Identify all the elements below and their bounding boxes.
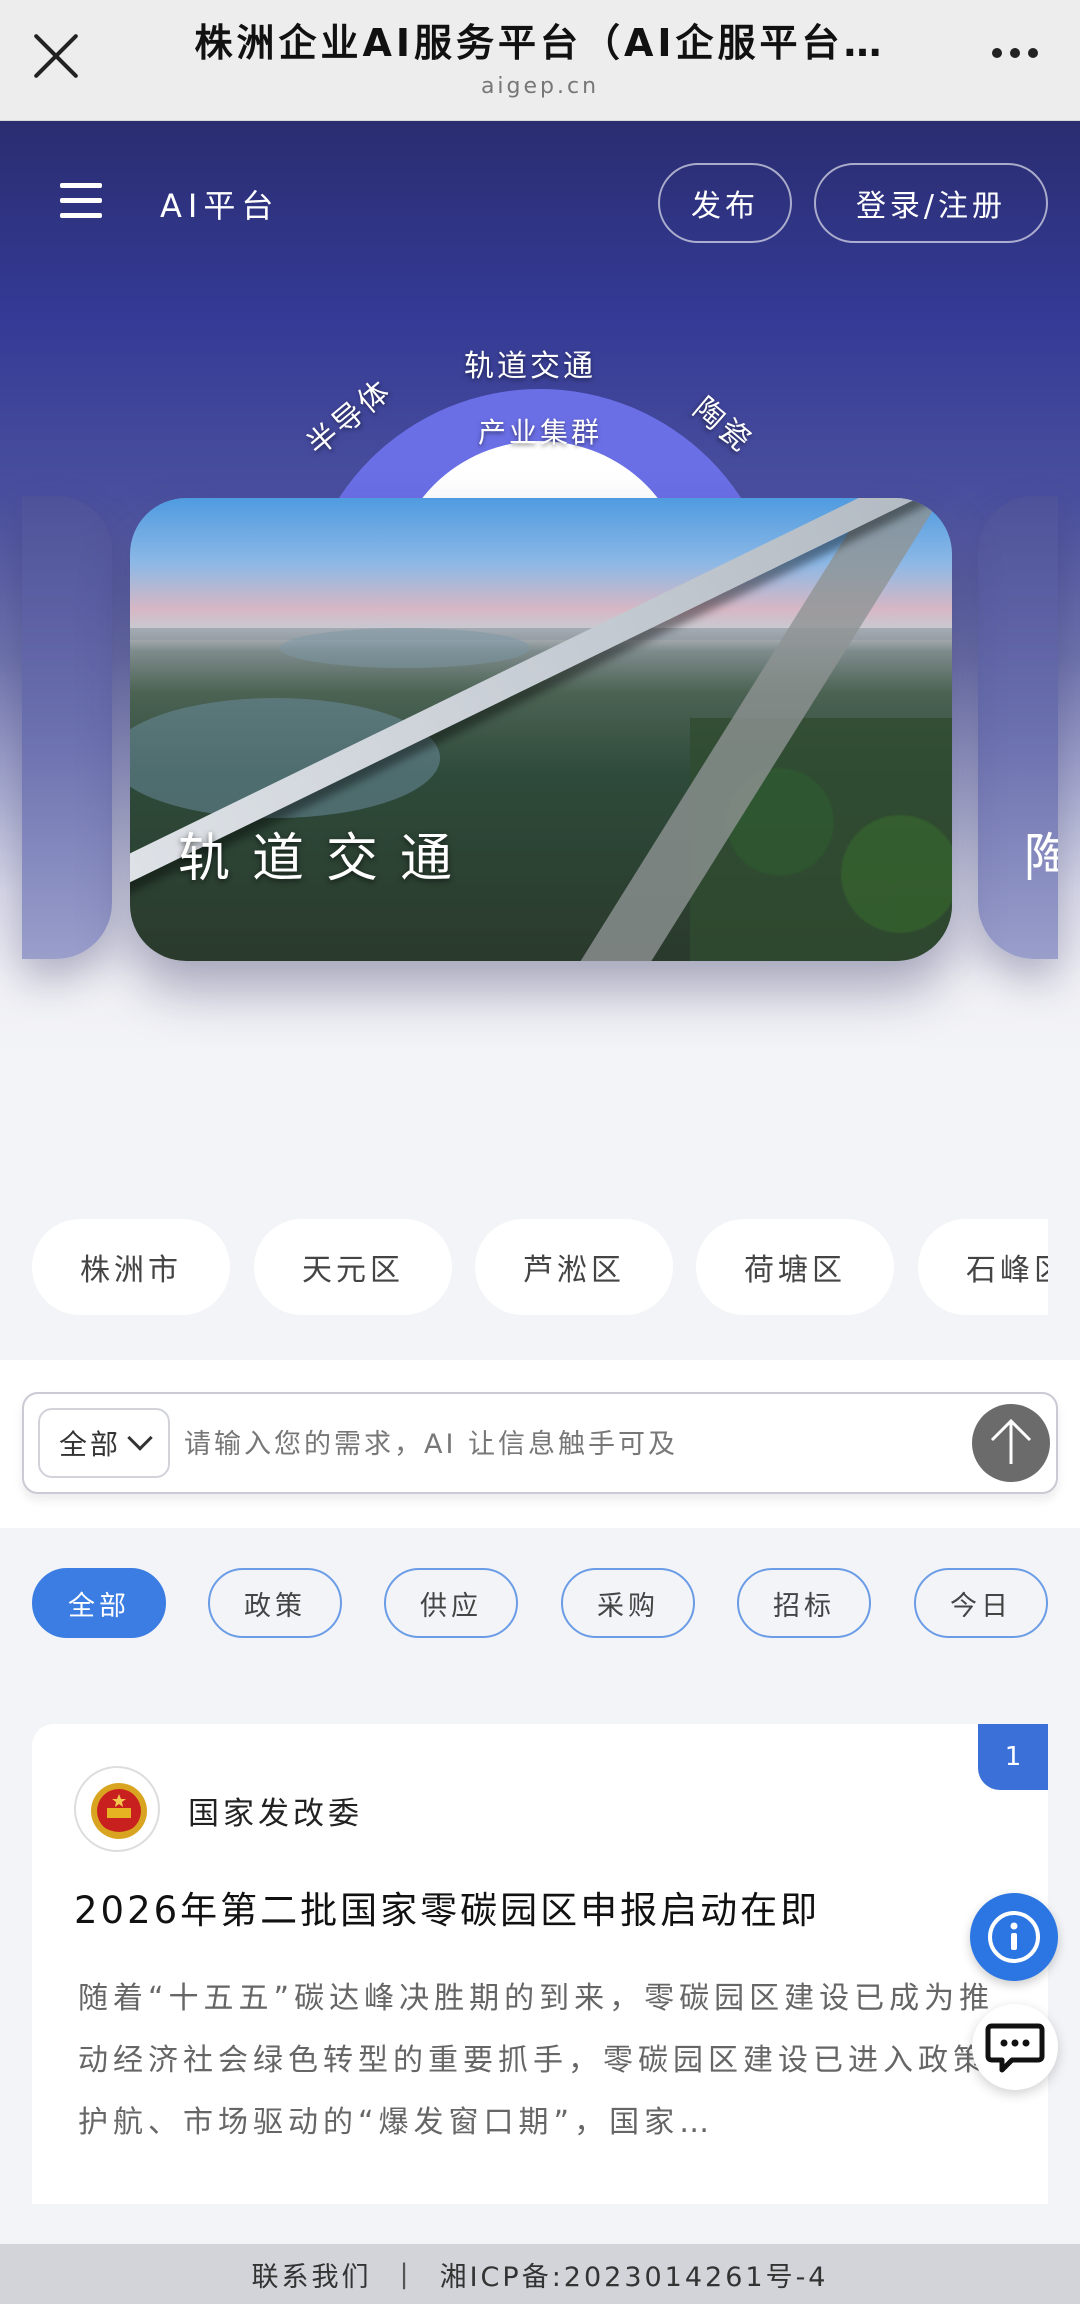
title-bar: 株洲企业AI服务平台（AI企服平台… aigep.cn <box>0 0 1080 121</box>
more-icon[interactable] <box>992 48 1038 58</box>
category-tab-today[interactable]: 今日 <box>914 1568 1048 1638</box>
news-headline[interactable]: 2026年第二批国家零碳园区申报启动在即 <box>74 1880 820 1934</box>
card-caption: 轨道交通 <box>178 829 475 889</box>
news-source: 国家发改委 <box>188 1796 363 1832</box>
contact-us-link[interactable]: 联系我们 <box>251 2255 371 2294</box>
brand-name: AI平台 <box>160 187 280 225</box>
district-tab[interactable]: 株洲市 <box>32 1219 230 1315</box>
lake-shape <box>280 628 530 668</box>
hero-section: AI平台 发布 登录/注册 轨道交通 产业集群 半导体 陶瓷 陶 轨道交通 <box>0 121 1080 1191</box>
search-box: 全部 <box>22 1392 1058 1494</box>
category-tab-all[interactable]: 全部 <box>32 1568 166 1638</box>
arc-label-current[interactable]: 轨道交通 <box>464 341 596 385</box>
district-tab[interactable]: 石峰区 <box>918 1219 1048 1315</box>
district-tabs: 株洲市 天元区 芦淞区 荷塘区 石峰区 <box>0 1195 1080 1360</box>
info-icon[interactable] <box>970 1893 1058 1981</box>
category-tab-purchase[interactable]: 采购 <box>561 1568 695 1638</box>
search-section: 全部 <box>0 1360 1080 1528</box>
news-card[interactable]: 国家发改委 2026年第二批国家零碳园区申报启动在即 随着“十五五”碳达峰决胜期… <box>32 1724 1048 2204</box>
district-tab[interactable]: 天元区 <box>254 1219 452 1315</box>
district-tab[interactable]: 芦淞区 <box>475 1219 673 1315</box>
icp-record[interactable]: 湘ICP备:2023014261号-4 <box>440 2255 829 2294</box>
login-register-button[interactable]: 登录/注册 <box>814 163 1048 243</box>
footer: 联系我们 | 湘ICP备:2023014261号-4 <box>0 2244 1080 2304</box>
carousel-card-next-caption: 陶 <box>1024 829 1058 889</box>
carousel-card-next[interactable]: 陶 <box>978 496 1058 959</box>
arc-sublabel: 产业集群 <box>478 416 603 449</box>
category-tab-policy[interactable]: 政策 <box>208 1568 342 1638</box>
carousel-card-current[interactable]: 轨道交通 <box>130 498 952 961</box>
national-emblem-logo <box>74 1766 160 1852</box>
carousel-card-prev[interactable] <box>22 496 112 959</box>
page-domain: aigep.cn <box>480 74 600 99</box>
menu-icon[interactable] <box>60 183 102 219</box>
scope-dropdown[interactable]: 全部 <box>38 1408 170 1478</box>
category-tab-supply[interactable]: 供应 <box>384 1568 518 1638</box>
scope-label: 全部 <box>58 1428 121 1461</box>
news-summary: 随着“十五五”碳达峰决胜期的到来，零碳园区建设已成为推动经济社会绿色转型的重要抓… <box>78 1981 995 2140</box>
chevron-down-icon <box>127 1425 153 1451</box>
arrow-up-icon[interactable] <box>972 1404 1050 1482</box>
category-tab-tender[interactable]: 招标 <box>737 1568 871 1638</box>
district-tab[interactable]: 荷塘区 <box>696 1219 894 1315</box>
footer-separator: | <box>399 2258 412 2290</box>
publish-button[interactable]: 发布 <box>658 163 792 243</box>
chat-icon[interactable] <box>972 2004 1058 2090</box>
news-rank-badge: 1 <box>978 1724 1048 1790</box>
search-input[interactable] <box>184 1416 964 1472</box>
page-title: 株洲企业AI服务平台（AI企服平台… <box>194 21 886 65</box>
category-tabs: 全部 政策 供应 采购 招标 今日 <box>0 1528 1080 1678</box>
